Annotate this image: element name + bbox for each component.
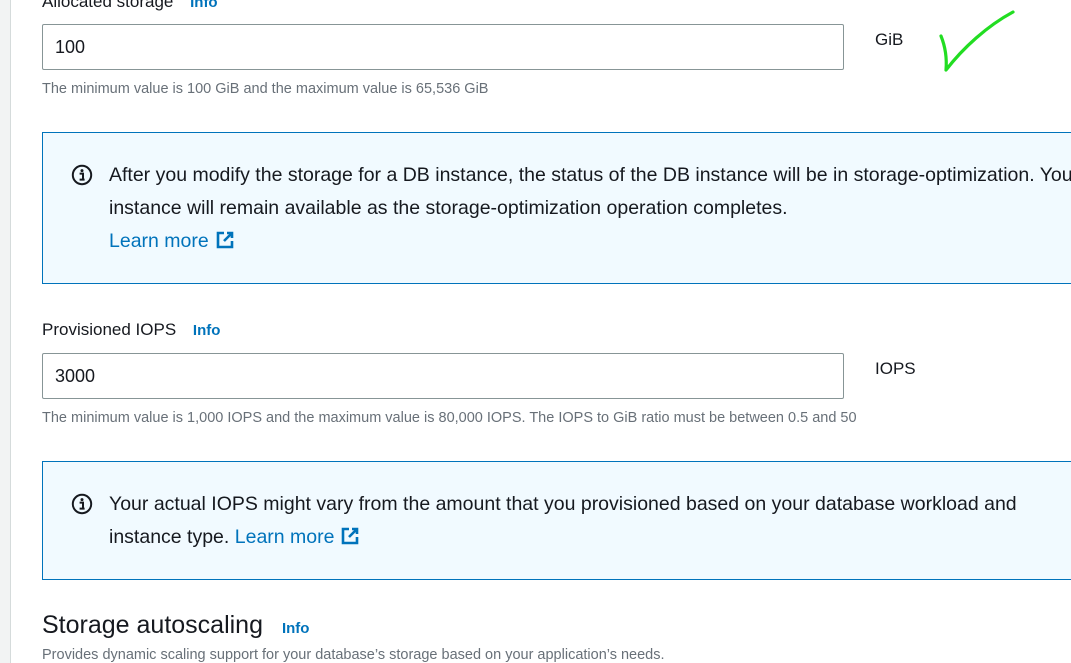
allocated-storage-unit: GiB <box>875 30 904 49</box>
provisioned-iops-hint: The minimum value is 1,000 IOPS and the … <box>42 410 857 426</box>
info-circle-icon <box>71 164 93 186</box>
allocated-storage-input[interactable] <box>43 25 843 69</box>
external-link-icon <box>216 231 234 249</box>
allocated-storage-info-link[interactable]: Info <box>190 0 218 11</box>
storage-autoscaling-info-link[interactable]: Info <box>282 620 310 637</box>
storage-autoscaling-title: Storage autoscaling <box>42 611 263 639</box>
allocated-storage-hint: The minimum value is 100 GiB and the max… <box>42 81 489 97</box>
provisioned-iops-unit: IOPS <box>875 359 916 378</box>
external-link-icon <box>342 527 359 545</box>
storage-learn-more-label: Learn more <box>109 230 209 252</box>
info-circle-icon <box>71 493 93 515</box>
storage-autoscaling-description: Provides dynamic scaling support for you… <box>42 647 665 663</box>
allocated-storage-input-box <box>42 24 844 70</box>
green-checkmark-annotation <box>939 10 1015 72</box>
provisioned-iops-input-box <box>42 353 844 399</box>
iops-alert-text-block: Your actual IOPS might vary from the amo… <box>109 488 1071 554</box>
allocated-storage-label-row: Allocated storage Info <box>42 0 218 12</box>
provisioned-iops-info-link[interactable]: Info <box>193 322 221 339</box>
left-rail <box>0 0 11 663</box>
iops-variance-alert: Your actual IOPS might vary from the amo… <box>42 461 1071 580</box>
storage-alert-text-block: After you modify the storage for a DB in… <box>109 159 1071 258</box>
iops-learn-more-label: Learn more <box>234 526 335 548</box>
storage-optimization-alert: After you modify the storage for a DB in… <box>42 132 1071 284</box>
storage-settings-panel: Allocated storage Info GiB The minimum v… <box>42 0 1071 663</box>
provisioned-iops-label: Provisioned IOPS <box>42 320 177 339</box>
iops-learn-more-link[interactable]: Learn more <box>235 526 361 548</box>
storage-autoscaling-heading: Storage autoscaling Info <box>42 611 309 640</box>
storage-learn-more-link[interactable]: Learn more <box>109 230 235 252</box>
provisioned-iops-label-row: Provisioned IOPS Info <box>42 320 220 340</box>
allocated-storage-label: Allocated storage <box>42 0 174 11</box>
storage-alert-message: After you modify the storage for a DB in… <box>109 164 1071 219</box>
provisioned-iops-input[interactable] <box>43 354 843 398</box>
